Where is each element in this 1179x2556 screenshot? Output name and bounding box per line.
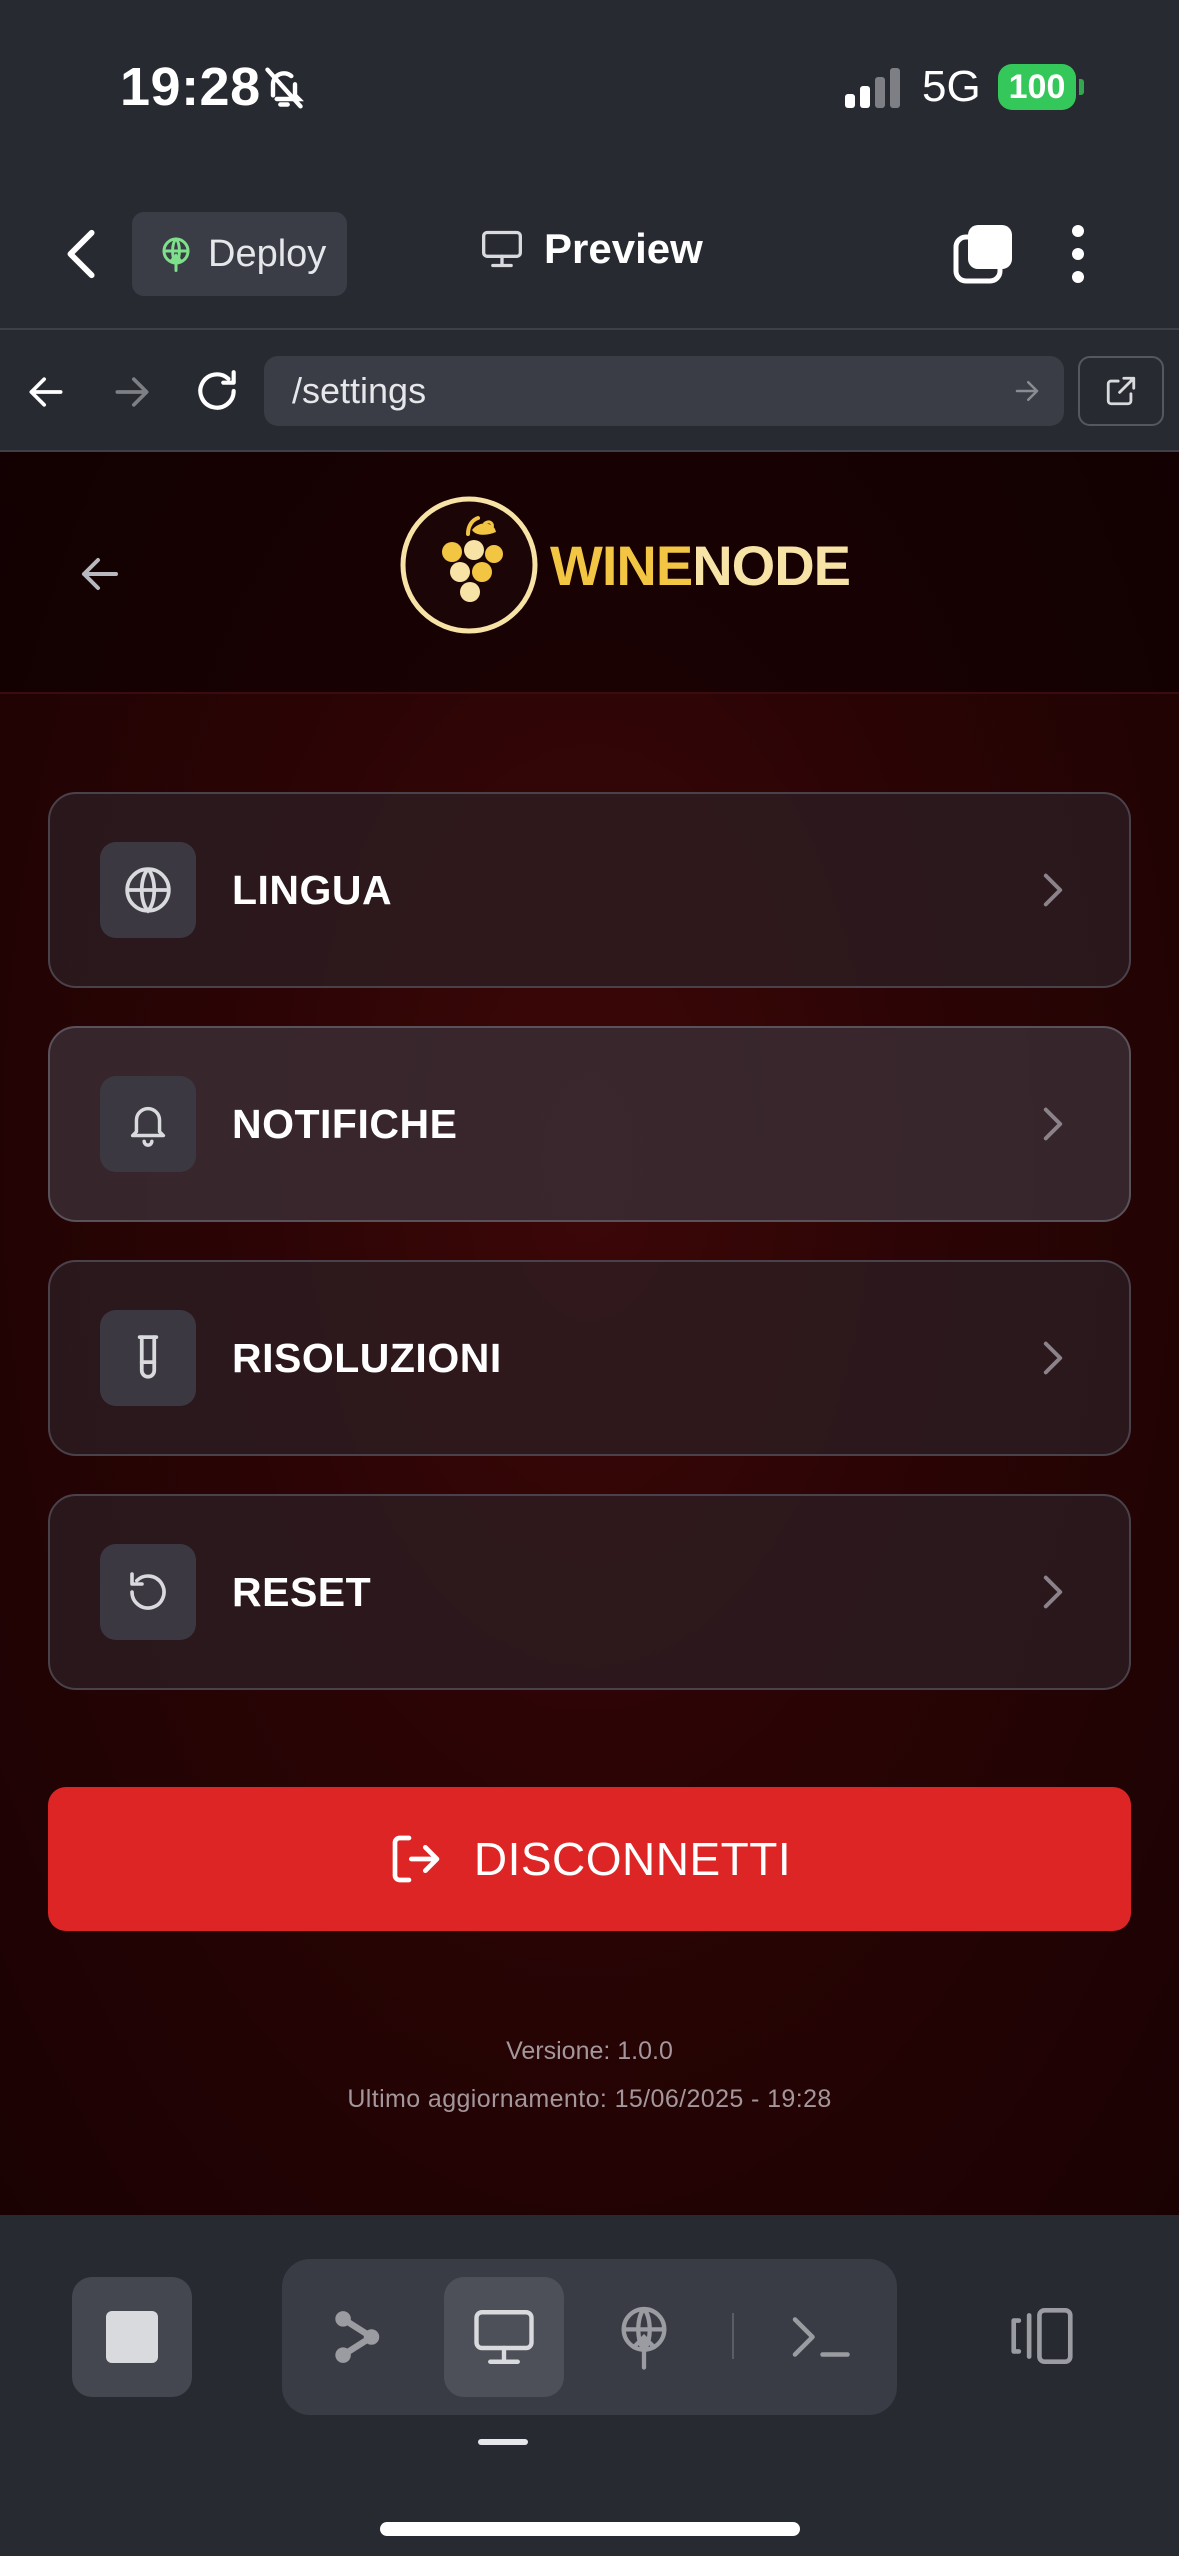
battery-indicator: 100 (998, 64, 1076, 110)
external-link-icon (1104, 374, 1138, 408)
logo-text: WINENODE (550, 533, 851, 597)
tabs-icon[interactable] (952, 223, 1014, 285)
chevron-right-icon (1041, 872, 1065, 908)
menu-item-label: RESET (232, 1568, 372, 1615)
chevron-right-icon (1041, 1340, 1065, 1376)
deploy-button[interactable]: Deploy (132, 212, 347, 296)
menu-item-risoluzioni[interactable]: RISOLUZIONI (48, 1260, 1131, 1456)
signal-icon (845, 68, 905, 108)
test-tube-icon (100, 1310, 196, 1406)
menu-item-label: RISOLUZIONI (232, 1334, 502, 1381)
deploy-label: Deploy (208, 232, 327, 275)
terminal-icon[interactable] (760, 2277, 880, 2397)
globe-icon (100, 842, 196, 938)
status-time: 19:28 (120, 57, 261, 117)
bell-icon (100, 1076, 196, 1172)
battery-tip (1079, 79, 1084, 95)
preview-monitor-icon[interactable] (444, 2277, 564, 2397)
tool-group (282, 2259, 897, 2415)
deploy-globe-icon (158, 236, 194, 272)
stop-button[interactable] (72, 2277, 192, 2397)
share-nodes-icon[interactable] (296, 2277, 416, 2397)
layout-panel-icon[interactable] (1006, 2305, 1078, 2367)
stop-icon (106, 2311, 158, 2363)
url-bar: /settings (0, 332, 1179, 452)
monitor-icon (480, 228, 524, 270)
status-bar: 19:28 5G 100 (0, 0, 1179, 175)
reset-icon (100, 1544, 196, 1640)
bell-off-icon (262, 64, 306, 112)
more-options-icon[interactable] (1070, 223, 1086, 285)
url-text: /settings (292, 370, 427, 411)
menu-item-notifiche[interactable]: NOTIFICHE (48, 1026, 1131, 1222)
network-type: 5G (922, 62, 981, 111)
grape-logo-icon (400, 496, 538, 634)
logout-icon (388, 1831, 444, 1887)
menu-item-label: LINGUA (232, 866, 393, 913)
url-input[interactable]: /settings (264, 356, 1064, 426)
last-update: Ultimo aggiornamento: 15/06/2025 - 19:28 (347, 2085, 832, 2113)
home-indicator[interactable] (380, 2522, 800, 2536)
app-version: Versione: 1.0.0 (506, 2037, 673, 2065)
browser-back-icon[interactable] (24, 370, 68, 414)
menu-item-label: NOTIFICHE (232, 1100, 458, 1147)
app-top-bar: Deploy Preview (0, 175, 1179, 330)
toolbar-divider (732, 2313, 734, 2359)
chevron-right-icon (1041, 1574, 1065, 1610)
menu-item-reset[interactable]: RESET (48, 1494, 1131, 1690)
deploy-globe-icon[interactable] (584, 2277, 704, 2397)
site-header: WINENODE (0, 452, 1179, 694)
logout-button[interactable]: DISCONNETTI (48, 1787, 1131, 1931)
app-back-button[interactable] (62, 227, 102, 281)
open-external-button[interactable] (1078, 356, 1164, 426)
browser-forward-icon[interactable] (110, 370, 154, 414)
bottom-toolbar (0, 2215, 1179, 2556)
url-go-icon[interactable] (1012, 376, 1042, 406)
winenode-logo: WINENODE (398, 494, 851, 636)
reload-icon[interactable] (192, 366, 242, 416)
preview-label: Preview (544, 225, 703, 272)
menu-item-lingua[interactable]: LINGUA (48, 792, 1131, 988)
active-tab-indicator (478, 2439, 528, 2445)
settings-page: WINENODE LINGUA NOTIFICHE RISOLUZIONI RE… (0, 452, 1179, 2215)
site-back-button[interactable] (76, 550, 124, 598)
chevron-right-icon (1041, 1106, 1065, 1142)
preview-tab[interactable]: Preview (480, 225, 703, 273)
logout-label: DISCONNETTI (473, 1833, 792, 1885)
